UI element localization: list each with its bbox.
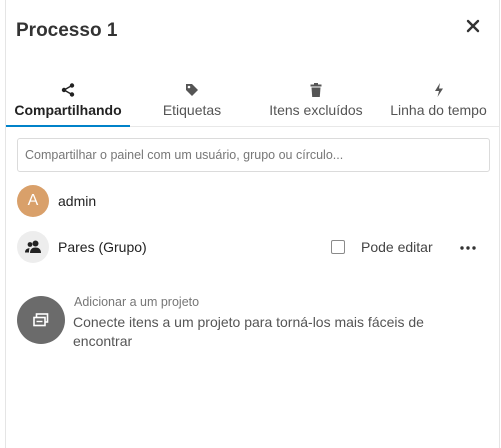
close-button[interactable] xyxy=(461,14,485,38)
tab-tags-label: Etiquetas xyxy=(162,102,222,118)
add-project-button[interactable] xyxy=(17,296,65,344)
tab-timeline[interactable]: Linha do tempo xyxy=(378,76,499,126)
tab-bar: Compartilhando Etiquetas Itens excluídos xyxy=(6,76,499,127)
tab-tags[interactable]: Etiquetas xyxy=(130,76,254,126)
group-name: Pares (Grupo) xyxy=(58,239,147,255)
tab-timeline-label: Linha do tempo xyxy=(390,102,487,118)
avatar: A xyxy=(17,185,49,217)
share-search-input[interactable] xyxy=(17,138,490,172)
owner-name: admin xyxy=(58,193,97,209)
project-icon xyxy=(33,313,49,327)
trash-icon xyxy=(310,81,322,99)
close-icon xyxy=(466,19,480,33)
more-options-button[interactable] xyxy=(458,238,478,258)
tag-icon xyxy=(185,81,199,99)
lightning-icon xyxy=(434,81,444,99)
can-edit-label[interactable]: Pode editar xyxy=(361,239,433,255)
share-icon xyxy=(61,81,75,99)
more-icon xyxy=(460,246,476,250)
tab-sharing[interactable]: Compartilhando xyxy=(6,76,130,127)
page-title: Processo 1 xyxy=(16,20,118,41)
group-icon xyxy=(25,240,41,253)
owner-row: A admin xyxy=(17,185,96,217)
tab-deleted-items-label: Itens excluídos xyxy=(269,102,363,118)
group-share-row: Pares (Grupo) xyxy=(17,231,147,263)
tab-sharing-label: Compartilhando xyxy=(14,102,122,118)
group-avatar xyxy=(17,231,49,263)
sidebar-panel: Processo 1 Compartilhando Etiquetas Iten… xyxy=(5,0,500,448)
project-description: Conecte itens a um projeto para torná-lo… xyxy=(73,314,424,349)
can-edit-checkbox[interactable] xyxy=(331,240,345,254)
add-to-project-link[interactable]: Adicionar a um projeto xyxy=(74,295,199,309)
tab-deleted-items[interactable]: Itens excluídos xyxy=(254,76,378,126)
